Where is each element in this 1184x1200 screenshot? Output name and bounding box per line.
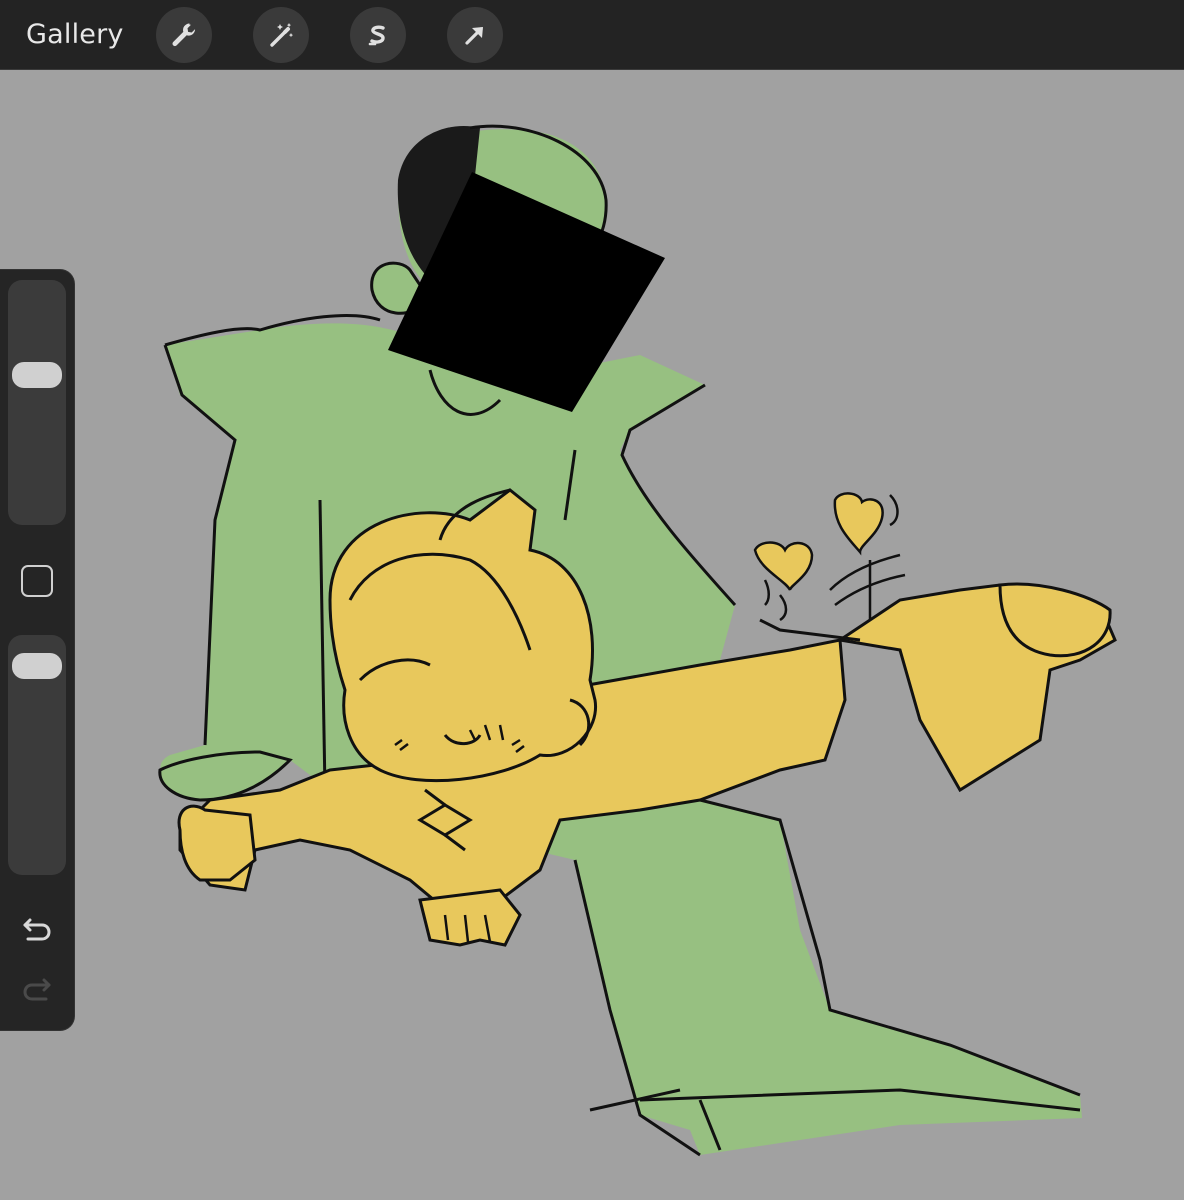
opacity-thumb[interactable] bbox=[12, 653, 62, 680]
gallery-button[interactable]: Gallery bbox=[26, 19, 124, 50]
top-toolbar: Gallery bbox=[0, 0, 1184, 70]
selection-s-icon bbox=[368, 25, 385, 45]
brush-size-thumb[interactable] bbox=[12, 362, 62, 389]
artwork-illustration bbox=[158, 124, 1117, 1157]
adjustments-button[interactable] bbox=[252, 6, 309, 63]
undo-icon[interactable] bbox=[20, 912, 54, 946]
modify-button[interactable] bbox=[21, 565, 53, 597]
transform-button[interactable] bbox=[446, 6, 503, 63]
actions-button[interactable] bbox=[155, 6, 212, 63]
heart-scribble-1 bbox=[753, 541, 814, 591]
selection-button[interactable] bbox=[349, 6, 406, 63]
magic-wand-icon bbox=[269, 22, 293, 47]
opacity-slider[interactable] bbox=[8, 635, 66, 875]
redo-icon[interactable] bbox=[20, 972, 54, 1006]
heart-scribble-2 bbox=[833, 492, 884, 556]
procreate-app: Gallery bbox=[0, 0, 1184, 1200]
left-sidebar bbox=[0, 270, 74, 1030]
wrench-icon bbox=[172, 23, 195, 46]
drawing-canvas[interactable] bbox=[0, 71, 1184, 1200]
arrow-cursor-icon bbox=[464, 26, 483, 45]
brush-size-slider[interactable] bbox=[8, 280, 66, 525]
